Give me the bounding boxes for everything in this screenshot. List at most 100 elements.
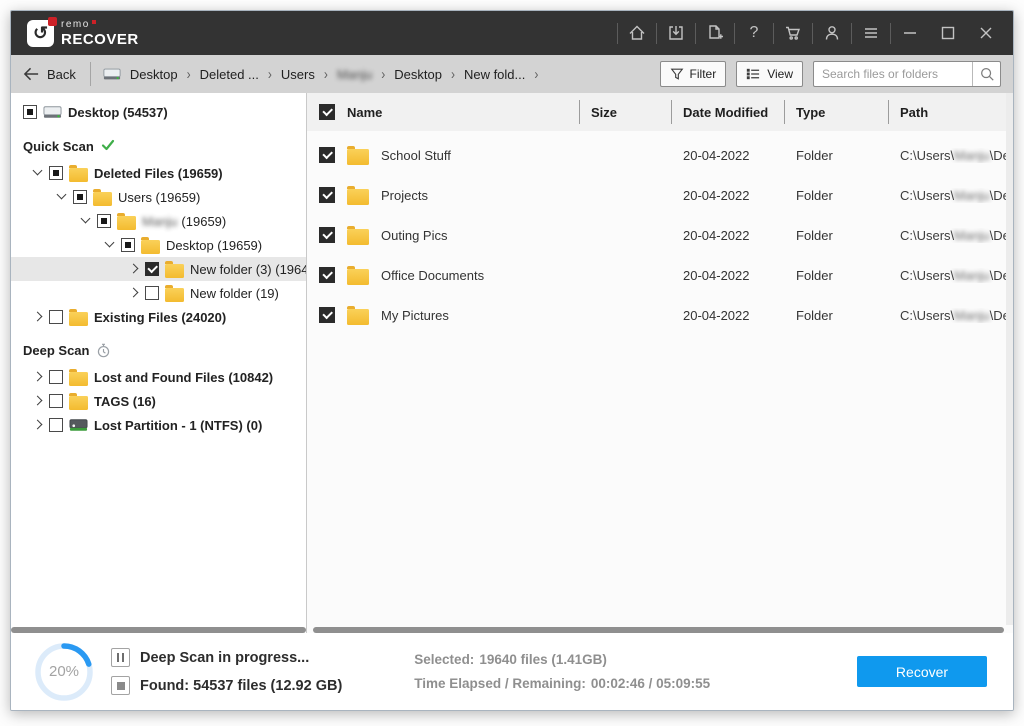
checkbox-unchecked[interactable] <box>49 418 63 432</box>
tree-item-desktop[interactable]: Desktop (19659) <box>11 233 306 257</box>
file-date: 20-04-2022 <box>671 308 784 323</box>
chevron-expanded-icon[interactable] <box>55 191 67 203</box>
checkbox-indeterminate[interactable] <box>121 238 135 252</box>
account-button[interactable] <box>813 18 851 48</box>
close-button[interactable] <box>967 18 1005 48</box>
breadcrumb-chevron-icon: › <box>268 66 272 83</box>
logo-red-dot <box>48 17 57 26</box>
tree-item-new-folder[interactable]: New folder (19) <box>11 281 306 305</box>
chevron-expanded-icon[interactable] <box>31 167 43 179</box>
file-path: C:\Users\Manju\De <box>888 268 1013 283</box>
chevron-collapsed-icon[interactable] <box>31 311 43 323</box>
checkbox-unchecked[interactable] <box>145 286 159 300</box>
tree-item-label: Users (19659) <box>118 190 200 205</box>
folder-icon <box>347 229 369 245</box>
tree-item-new-folder-3[interactable]: New folder (3) (19640) <box>11 257 306 281</box>
checkbox-indeterminate[interactable] <box>97 214 111 228</box>
remo-logo-icon: ↺ <box>27 20 54 47</box>
tree-item-count: (19659) <box>181 214 226 229</box>
breadcrumb-item-desktop-2[interactable]: Desktop <box>394 67 442 82</box>
file-name: Office Documents <box>381 268 484 283</box>
tree-item-users[interactable]: Users (19659) <box>11 185 306 209</box>
breadcrumb-item-new-folder[interactable]: New fold... <box>464 67 525 82</box>
tree-item-deleted-files[interactable]: Deleted Files (19659) <box>11 161 306 185</box>
chevron-collapsed-icon[interactable] <box>31 395 43 407</box>
tree-item-lost-partition[interactable]: Lost Partition - 1 (NTFS) (0) <box>11 413 306 437</box>
checkbox-indeterminate[interactable] <box>23 105 37 119</box>
search-input[interactable] <box>814 67 972 81</box>
table-row[interactable]: School Stuff 20-04-2022 Folder C:\Users\… <box>307 135 1013 175</box>
folder-icon <box>347 189 369 205</box>
breadcrumb-item-desktop[interactable]: Desktop <box>130 67 178 82</box>
pause-scan-button[interactable] <box>111 648 130 667</box>
quick-scan-header: Quick Scan <box>11 131 306 161</box>
breadcrumb-chevron-icon: › <box>451 66 455 83</box>
breadcrumb-item-users[interactable]: Users <box>281 67 315 82</box>
maximize-icon <box>938 23 958 43</box>
search-icon <box>979 66 995 82</box>
view-label: View <box>767 67 793 81</box>
checkbox-unchecked[interactable] <box>49 394 63 408</box>
row-checkbox-checked[interactable] <box>319 267 335 283</box>
help-button[interactable]: ? <box>735 18 773 48</box>
breadcrumb-item-username[interactable]: Manju <box>337 67 372 82</box>
minimize-button[interactable] <box>891 18 929 48</box>
save-session-button[interactable] <box>696 18 734 48</box>
search-button[interactable] <box>972 62 1000 86</box>
horizontal-scrollbar-table[interactable] <box>313 627 1004 633</box>
column-header-path[interactable]: Path <box>888 93 1013 131</box>
home-button[interactable] <box>618 18 656 48</box>
maximize-button[interactable] <box>929 18 967 48</box>
vertical-scrollbar[interactable] <box>1006 93 1013 625</box>
found-value: 54537 files (12.92 GB) <box>193 678 342 694</box>
table-row[interactable]: Projects 20-04-2022 Folder C:\Users\Manj… <box>307 175 1013 215</box>
stop-scan-button[interactable] <box>111 676 130 695</box>
chevron-expanded-icon[interactable] <box>79 215 91 227</box>
tree-item-lost-and-found[interactable]: Lost and Found Files (10842) <box>11 365 306 389</box>
tree-item-existing-files[interactable]: Existing Files (24020) <box>11 305 306 329</box>
deep-scan-timer-icon <box>96 343 111 358</box>
chevron-collapsed-icon[interactable] <box>31 371 43 383</box>
checkbox-unchecked[interactable] <box>49 310 63 324</box>
chevron-collapsed-icon[interactable] <box>127 263 139 275</box>
table-row[interactable]: Outing Pics 20-04-2022 Folder C:\Users\M… <box>307 215 1013 255</box>
screen: ↺ remo RECOVER ? <box>0 0 1024 726</box>
column-label: Type <box>796 105 825 120</box>
column-header-size[interactable]: Size <box>579 93 671 131</box>
row-checkbox-checked[interactable] <box>319 227 335 243</box>
tree-item-username[interactable]: Manju (19659) <box>11 209 306 233</box>
select-all-checkbox[interactable] <box>319 104 335 120</box>
breadcrumb-item-deleted[interactable]: Deleted ... <box>200 67 259 82</box>
recover-button[interactable]: Recover <box>857 656 987 687</box>
horizontal-scrollbar-tree[interactable] <box>11 627 306 633</box>
load-session-button[interactable] <box>657 18 695 48</box>
row-checkbox-checked[interactable] <box>319 187 335 203</box>
chevron-collapsed-icon[interactable] <box>127 287 139 299</box>
filter-button[interactable]: Filter <box>660 61 727 87</box>
checkbox-unchecked[interactable] <box>49 370 63 384</box>
chevron-collapsed-icon[interactable] <box>31 419 43 431</box>
file-date: 20-04-2022 <box>671 148 784 163</box>
scan-status-text: Deep Scan in progress... <box>140 650 342 666</box>
table-body: School Stuff 20-04-2022 Folder C:\Users\… <box>307 131 1013 335</box>
checkbox-indeterminate[interactable] <box>73 190 87 204</box>
menu-button[interactable] <box>852 18 890 48</box>
partition-drive-icon <box>69 418 88 432</box>
username-blurred: Manju <box>142 214 177 229</box>
column-header-date-modified[interactable]: Date Modified <box>671 93 784 131</box>
table-row[interactable]: Office Documents 20-04-2022 Folder C:\Us… <box>307 255 1013 295</box>
checkbox-indeterminate[interactable] <box>49 166 63 180</box>
tree-item-desktop-root[interactable]: Desktop (54537) <box>11 99 306 125</box>
chevron-expanded-icon[interactable] <box>103 239 115 251</box>
found-label: Found: <box>140 678 189 694</box>
tree-item-tags[interactable]: TAGS (16) <box>11 389 306 413</box>
row-checkbox-checked[interactable] <box>319 307 335 323</box>
back-button[interactable]: Back <box>23 66 76 82</box>
table-row[interactable]: My Pictures 20-04-2022 Folder C:\Users\M… <box>307 295 1013 335</box>
column-header-name[interactable]: Name <box>307 93 579 131</box>
buy-button[interactable] <box>774 18 812 48</box>
checkbox-checked[interactable] <box>145 262 159 276</box>
view-button[interactable]: View <box>736 61 803 87</box>
column-header-type[interactable]: Type <box>784 93 888 131</box>
row-checkbox-checked[interactable] <box>319 147 335 163</box>
